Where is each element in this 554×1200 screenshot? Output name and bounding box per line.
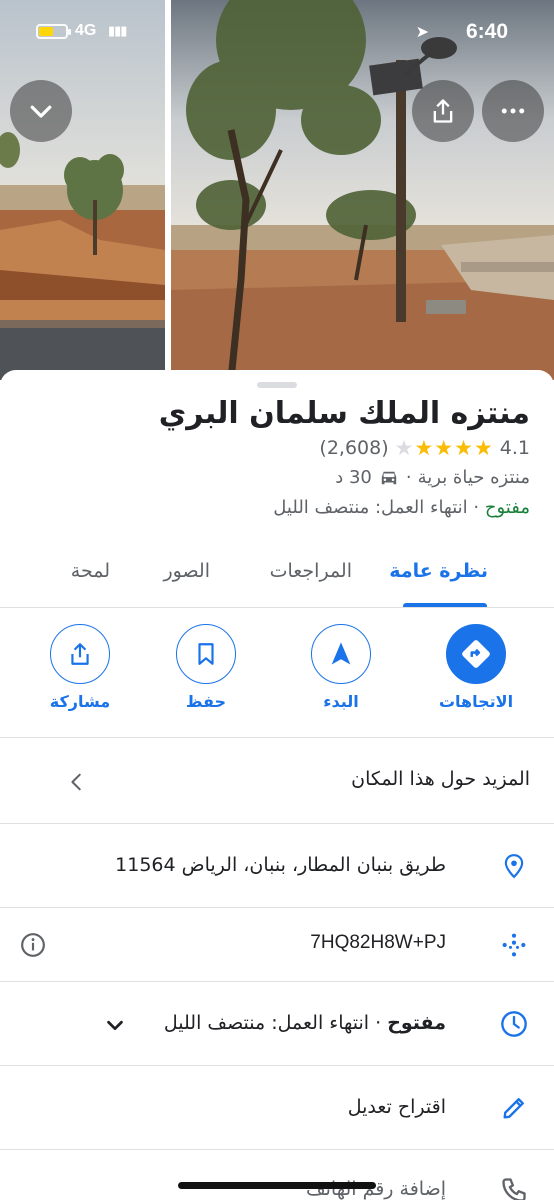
separator-dot: · xyxy=(473,497,480,518)
navigation-arrow-icon xyxy=(331,642,351,665)
start-label: البدء xyxy=(323,692,359,711)
share-top-button[interactable] xyxy=(412,80,474,142)
start-icon-circle xyxy=(311,624,371,684)
phone-icon xyxy=(500,1176,528,1200)
more-about-label: المزيد حول هذا المكان xyxy=(351,768,530,790)
suggest-edit-label: اقتراح تعديل xyxy=(347,1096,446,1118)
share-button[interactable]: مشاركة xyxy=(20,624,140,711)
directions-label: الاتجاهات xyxy=(438,692,514,711)
more-icon xyxy=(501,108,525,114)
battery-icon xyxy=(36,24,71,39)
hours-open-status: مفتوح xyxy=(387,1012,446,1034)
tab-photos[interactable]: الصور xyxy=(163,560,210,582)
sheet-drag-handle[interactable] xyxy=(257,382,297,388)
chevron-down-icon xyxy=(30,105,52,118)
collapse-button[interactable] xyxy=(10,80,72,142)
save-button[interactable]: حفظ xyxy=(146,624,266,711)
plus-code-row[interactable]: 7HQ82H8W+PJ xyxy=(0,908,554,982)
tab-bar: نظرة عامة المراجعات الصور لمحة xyxy=(0,548,554,608)
rating-value: 4.1 xyxy=(499,437,530,459)
tab-overview[interactable]: نظرة عامة xyxy=(389,560,488,582)
more-options-button[interactable] xyxy=(482,80,544,142)
place-title: منتزه الملك سلمان البري xyxy=(158,396,530,431)
place-sheet: منتزه الملك سلمان البري 4.1 ★★★★★ (2,608… xyxy=(0,370,554,1200)
rating-stars-icon: ★★★★★ xyxy=(394,436,494,460)
action-buttons: الاتجاهات البدء حفظ مشاركة xyxy=(0,608,554,738)
clock-icon xyxy=(500,1010,528,1038)
share-icon xyxy=(433,99,453,123)
tab-reviews[interactable]: المراجعات xyxy=(270,560,352,582)
closing-time: انتهاء العمل: منتصف الليل xyxy=(273,497,468,518)
signal-bars-icon: ▮▮▮ xyxy=(108,24,127,39)
plus-code-text: 7HQ82H8W+PJ xyxy=(310,932,446,953)
drive-time: 30 د xyxy=(335,467,372,488)
bookmark-icon xyxy=(198,643,214,665)
chevron-down-icon[interactable] xyxy=(102,1012,128,1038)
start-button[interactable]: البدء xyxy=(281,624,401,711)
battery-level xyxy=(39,27,53,36)
place-category: منتزه حياة برية xyxy=(417,467,530,488)
review-count: (2,608) xyxy=(319,437,389,459)
tab-about[interactable]: لمحة xyxy=(71,560,110,582)
hours-detail-text: مفتوح · انتهاء العمل: منتصف الليل xyxy=(164,1012,446,1034)
open-status: مفتوح xyxy=(484,497,530,518)
rating-row[interactable]: 4.1 ★★★★★ (2,608) xyxy=(319,436,530,460)
share-label: مشاركة xyxy=(49,692,111,711)
clock-time: 6:40 xyxy=(465,20,508,43)
save-icon-circle xyxy=(176,624,236,684)
directions-icon-circle xyxy=(446,624,506,684)
info-icon[interactable] xyxy=(20,932,46,958)
location-arrow-icon: ➤ xyxy=(415,22,429,41)
hours-closing: · انتهاء العمل: منتصف الليل xyxy=(163,1012,388,1034)
location-pin-icon xyxy=(500,852,528,880)
pencil-icon xyxy=(500,1094,528,1122)
hours-summary: مفتوح · انتهاء العمل: منتصف الليل xyxy=(273,497,530,518)
status-bar: 4G ▮▮▮ ➤ 6:40 xyxy=(0,0,554,60)
share-icon xyxy=(71,643,89,665)
save-label: حفظ xyxy=(185,692,227,711)
network-type: 4G xyxy=(75,22,97,39)
more-about-row[interactable]: المزيد حول هذا المكان xyxy=(0,740,554,824)
car-icon xyxy=(381,471,397,484)
address-text: طريق بنبان المطار، بنبان، الرياض 11564 xyxy=(115,854,446,876)
directions-icon xyxy=(462,640,490,668)
chevron-left-icon xyxy=(64,769,90,795)
address-row[interactable]: طريق بنبان المطار، بنبان، الرياض 11564 xyxy=(0,824,554,908)
separator-dot: · xyxy=(405,467,412,488)
directions-button[interactable]: الاتجاهات xyxy=(416,624,536,711)
hours-row[interactable]: مفتوح · انتهاء العمل: منتصف الليل xyxy=(0,982,554,1066)
category-row: منتزه حياة برية · 30 د xyxy=(335,467,530,488)
suggest-edit-row[interactable]: اقتراح تعديل xyxy=(0,1066,554,1150)
tab-active-indicator xyxy=(403,603,487,607)
add-phone-row[interactable]: إضافة رقم الهاتف xyxy=(0,1150,554,1200)
plus-code-icon xyxy=(500,931,528,959)
share-icon-circle xyxy=(50,624,110,684)
home-indicator[interactable] xyxy=(178,1182,376,1189)
